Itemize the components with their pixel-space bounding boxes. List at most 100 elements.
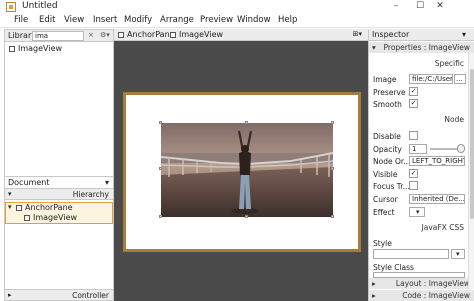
close-button[interactable]: ✕	[430, 0, 450, 14]
visible-label: Visible	[373, 170, 398, 179]
gear-icon[interactable]: ⚙▾	[100, 31, 110, 39]
controller-label: Controller	[72, 291, 109, 300]
resize-handle[interactable]	[245, 215, 248, 218]
controller-arrow-icon: ▸	[8, 291, 12, 299]
title-bar: Untitled – ☐ ✕	[0, 0, 474, 14]
disable-label: Disable	[373, 132, 401, 141]
library-header: Library ima × ⚙▾	[5, 30, 113, 42]
image-url-field[interactable]: file:/C:/Users/	[409, 74, 453, 84]
window-title: Untitled	[22, 1, 58, 11]
inspector-title: Inspector	[372, 30, 410, 39]
focus-traversable-label: Focus Tr...	[373, 182, 410, 191]
menu-view[interactable]: View	[64, 15, 84, 25]
menu-file[interactable]: File	[14, 15, 28, 25]
library-search-input[interactable]: ima	[32, 31, 84, 41]
properties-section-label: Properties : ImageView	[383, 43, 470, 52]
document-panel: Document ▾ ▾ Hierarchy ▾ AnchorPane Imag…	[4, 176, 114, 301]
library-item-imageview[interactable]: ImageView	[5, 44, 113, 54]
node-orientation-select[interactable]: LEFT_TO_RIGHT	[409, 156, 465, 166]
image-view-icon	[170, 32, 176, 38]
node-group-label: Node	[444, 115, 464, 124]
section-arrow-icon: ▾	[372, 43, 376, 52]
code-section-header[interactable]: ▸ Code : ImageView	[369, 290, 474, 301]
menu-help[interactable]: Help	[278, 15, 297, 25]
smooth-label: Smooth	[373, 100, 402, 109]
node-orientation-label: Node Or...	[373, 157, 411, 166]
style-label: Style	[373, 239, 392, 248]
hierarchy-header[interactable]: ▾ Hierarchy	[5, 189, 113, 200]
tree-item-anchorpane[interactable]: ▾ AnchorPane	[5, 203, 113, 213]
woman-on-pier-photo[interactable]	[161, 123, 333, 217]
inspector-panel: Inspector ▾ ▾ Properties : ImageView Spe…	[368, 29, 474, 301]
hierarchy-label: Hierarchy	[72, 190, 109, 199]
library-item-label: ImageView	[18, 44, 63, 53]
document-header: Document ▾	[5, 177, 113, 189]
library-panel: Library ima × ⚙▾ ImageView	[4, 29, 114, 177]
breadcrumb-imageview[interactable]: ImageView	[179, 30, 223, 39]
inspector-header: Inspector ▾	[369, 29, 474, 41]
resize-handle[interactable]	[331, 167, 334, 170]
content-canvas[interactable]: AnchorPane ImageView ⊞▾	[114, 29, 368, 301]
visible-checkbox[interactable]: ✓	[409, 169, 418, 178]
tree-item-imageview[interactable]: ImageView	[5, 213, 113, 223]
image-view-icon	[24, 215, 30, 221]
resize-handle[interactable]	[245, 121, 248, 124]
anchor-pane-stage[interactable]	[123, 92, 361, 252]
image-view-icon	[9, 46, 15, 52]
opacity-label: Opacity	[373, 145, 402, 154]
breadcrumb-bar: AnchorPane ImageView ⊞▾	[114, 29, 368, 41]
controller-bar[interactable]: ▸ Controller	[5, 289, 113, 300]
clear-search-icon[interactable]: ×	[88, 31, 94, 39]
resize-handle[interactable]	[159, 215, 162, 218]
menu-insert[interactable]: Insert	[93, 15, 117, 25]
style-dropdown[interactable]: ▾	[451, 249, 465, 259]
cursor-select[interactable]: Inherited (De...	[409, 194, 465, 204]
minimize-button[interactable]: –	[386, 0, 406, 14]
menu-modify[interactable]: Modify	[124, 15, 152, 25]
menu-preview[interactable]: Preview	[200, 15, 233, 25]
image-browse-button[interactable]: ...	[454, 74, 466, 84]
canvas-menu-icon[interactable]: ⊞▾	[353, 30, 362, 38]
properties-section-header[interactable]: ▾ Properties : ImageView	[369, 42, 474, 53]
scrollbar-thumb[interactable]	[470, 69, 474, 219]
anchor-pane-icon	[16, 205, 22, 211]
breadcrumb-anchorpane[interactable]: AnchorPane	[127, 30, 175, 39]
resize-handle[interactable]	[331, 121, 334, 124]
menu-arrange[interactable]: Arrange	[160, 15, 194, 25]
tree-expand-icon[interactable]: ▾	[8, 203, 12, 211]
smooth-checkbox[interactable]: ✓	[409, 99, 418, 108]
disable-checkbox[interactable]	[409, 131, 418, 140]
style-class-label: Style Class	[373, 263, 414, 272]
resize-handle[interactable]	[159, 167, 162, 170]
code-section-label: Code : ImageView	[402, 291, 470, 300]
resize-handle[interactable]	[331, 215, 334, 218]
cursor-label: Cursor	[373, 195, 398, 204]
hierarchy-arrow-icon: ▾	[8, 190, 12, 198]
style-field[interactable]	[373, 249, 449, 259]
maximize-button[interactable]: ☐	[410, 0, 430, 14]
layout-section-label: Layout : ImageView	[395, 279, 470, 288]
collapse-icon[interactable]: ▾	[105, 178, 109, 187]
focus-traversable-checkbox[interactable]	[409, 181, 418, 190]
resize-handle[interactable]	[159, 121, 162, 124]
document-title: Document	[8, 178, 50, 187]
specific-group-label: Specific	[434, 59, 464, 68]
image-prop-label: Image	[373, 75, 397, 84]
effect-dropdown[interactable]: ▾	[409, 207, 425, 217]
layout-section-header[interactable]: ▸ Layout : ImageView	[369, 278, 474, 289]
anchor-pane-icon	[118, 32, 124, 38]
inspector-scrollbar[interactable]	[468, 53, 474, 289]
menu-bar: File Edit View Insert Modify Arrange Pre…	[0, 14, 474, 28]
photo-image	[161, 123, 333, 217]
menu-window[interactable]: Window	[237, 15, 271, 25]
collapse-icon[interactable]: ▾	[462, 30, 466, 39]
tree-item-label: AnchorPane	[25, 203, 73, 212]
effect-label: Effect	[373, 208, 395, 217]
section-arrow-icon: ▸	[372, 279, 376, 288]
javafx-css-group-label: JavaFX CSS	[421, 223, 464, 232]
menu-edit[interactable]: Edit	[39, 15, 55, 25]
tree-item-label: ImageView	[33, 213, 78, 222]
opacity-field[interactable]: 1	[409, 144, 427, 154]
preserve-ratio-checkbox[interactable]: ✓	[409, 87, 418, 96]
opacity-slider-thumb[interactable]	[457, 144, 465, 153]
